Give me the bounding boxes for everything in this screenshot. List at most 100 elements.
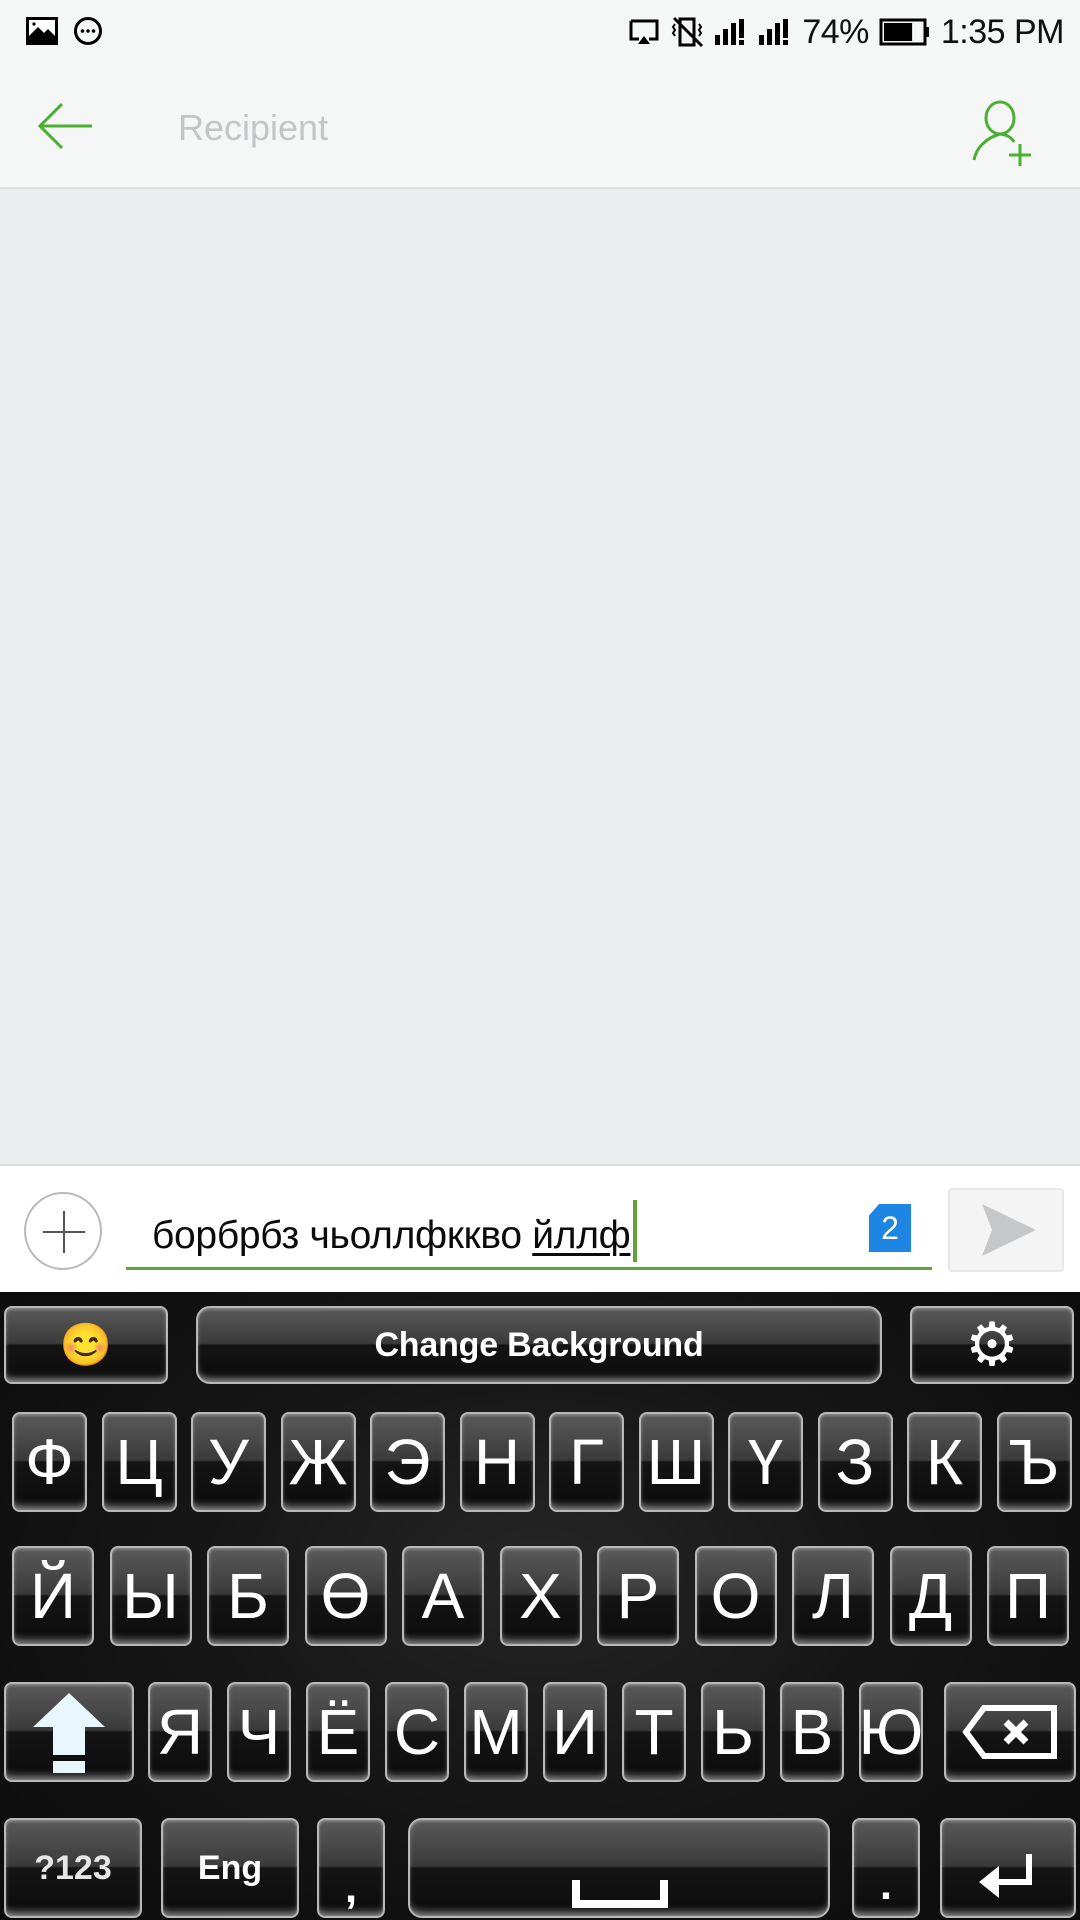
key-label: Ю: [858, 1696, 924, 1768]
key-Х[interactable]: Х: [499, 1546, 582, 1646]
key-В[interactable]: В: [780, 1682, 844, 1782]
app-bar: [0, 64, 1080, 189]
language-key[interactable]: Eng: [161, 1818, 299, 1918]
key-М[interactable]: М: [464, 1682, 528, 1782]
key-Ч[interactable]: Ч: [227, 1682, 291, 1782]
add-contact-button[interactable]: [968, 98, 1038, 168]
send-icon: [982, 1204, 1036, 1256]
key-label: Й: [30, 1560, 76, 1632]
key-Ө[interactable]: Ө: [304, 1546, 387, 1646]
battery-percent: 74%: [802, 12, 869, 51]
key-Р[interactable]: Р: [597, 1546, 679, 1646]
key-label: С: [393, 1696, 441, 1768]
comma-key-label: ,: [344, 1863, 358, 1912]
text-cursor: [633, 1200, 638, 1262]
key-Ш[interactable]: Ш: [638, 1412, 714, 1512]
key-label: К: [925, 1426, 964, 1498]
key-З[interactable]: З: [817, 1412, 893, 1512]
key-label: И: [552, 1696, 598, 1768]
key-Н[interactable]: Н: [459, 1412, 535, 1512]
key-Я[interactable]: Я: [148, 1682, 212, 1782]
key-label: Ф: [25, 1426, 74, 1498]
emoji-button[interactable]: 😊: [4, 1306, 168, 1384]
enter-key[interactable]: [940, 1818, 1076, 1918]
key-Г[interactable]: Г: [549, 1412, 624, 1512]
key-label: О: [710, 1560, 761, 1632]
comma-key[interactable]: ,: [317, 1818, 385, 1918]
key-label: Ж: [288, 1426, 348, 1498]
back-button[interactable]: [34, 94, 98, 158]
backspace-icon: [962, 1705, 1057, 1759]
space-key[interactable]: [408, 1818, 830, 1918]
key-Т[interactable]: Т: [622, 1682, 686, 1782]
key-label: Ү: [747, 1426, 784, 1498]
key-Д[interactable]: Д: [889, 1546, 972, 1646]
key-П[interactable]: П: [987, 1546, 1069, 1646]
settings-button[interactable]: ⚙: [910, 1306, 1074, 1384]
compose-bar: борбрбз чьоллфккво йллф 2: [0, 1164, 1080, 1292]
key-У[interactable]: У: [191, 1412, 266, 1512]
keyboard: 😊 Change Background ⚙ ФЦУЖЭНГШҮЗКЪ ЙЫБӨАХ…: [0, 1292, 1080, 1920]
backspace-key[interactable]: [944, 1682, 1076, 1782]
gallery-notification-icon: [26, 17, 58, 45]
message-composing-text: йллф: [532, 1214, 631, 1257]
sim-card-selector[interactable]: 2: [869, 1204, 911, 1252]
key-label: Ь: [712, 1696, 754, 1768]
key-label: Ч: [237, 1696, 281, 1768]
recipient-input[interactable]: [178, 100, 878, 156]
message-text: борбрбз чьоллфккво йллф: [152, 1200, 638, 1262]
key-label: Я: [156, 1696, 204, 1768]
more-notification-icon: [74, 17, 102, 45]
key-label: Д: [908, 1560, 953, 1632]
key-label: Б: [227, 1560, 269, 1632]
symbols-key[interactable]: ?123: [4, 1818, 142, 1918]
key-С[interactable]: С: [385, 1682, 449, 1782]
key-Ь[interactable]: Ь: [701, 1682, 765, 1782]
add-person-icon: [972, 100, 1031, 166]
key-Ц[interactable]: Ц: [101, 1412, 177, 1512]
key-label: Р: [616, 1560, 660, 1632]
smiley-emoji-icon: 😊: [59, 1320, 113, 1368]
key-label: П: [1005, 1560, 1051, 1632]
key-label: Л: [812, 1560, 854, 1632]
key-Ё[interactable]: Ё: [306, 1682, 370, 1782]
key-Б[interactable]: Б: [207, 1546, 289, 1646]
key-label: Г: [569, 1426, 604, 1498]
key-label: Э: [384, 1426, 431, 1498]
key-label: Ъ: [1008, 1426, 1060, 1498]
key-Ъ[interactable]: Ъ: [996, 1412, 1072, 1512]
key-label: З: [835, 1426, 875, 1498]
key-label: М: [469, 1696, 523, 1768]
key-И[interactable]: И: [543, 1682, 607, 1782]
key-Э[interactable]: Э: [370, 1412, 445, 1512]
key-Ф[interactable]: Ф: [12, 1412, 87, 1512]
send-button[interactable]: [948, 1188, 1064, 1272]
key-label: Х: [519, 1560, 562, 1632]
key-Ю[interactable]: Ю: [859, 1682, 923, 1782]
period-key[interactable]: .: [852, 1818, 920, 1918]
message-committed-text: борбрбз чьоллфккво: [152, 1214, 533, 1257]
key-О[interactable]: О: [694, 1546, 777, 1646]
change-background-button[interactable]: Change Background: [196, 1306, 882, 1384]
key-label: Ы: [122, 1560, 179, 1632]
key-Л[interactable]: Л: [792, 1546, 874, 1646]
key-Ж[interactable]: Ж: [280, 1412, 356, 1512]
arrow-left-icon: [37, 102, 92, 150]
key-label: Н: [473, 1426, 521, 1498]
enter-icon: [979, 1854, 1032, 1898]
key-К[interactable]: К: [907, 1412, 982, 1512]
shift-key[interactable]: [4, 1682, 134, 1782]
symbols-key-label: ?123: [34, 1849, 112, 1887]
clock: 1:35 PM: [940, 12, 1065, 51]
key-Й[interactable]: Й: [12, 1546, 94, 1646]
message-thread-area: [0, 190, 1080, 1164]
vibrate-off-icon: [672, 16, 704, 48]
key-Ү[interactable]: Ү: [728, 1412, 803, 1512]
message-input[interactable]: борбрбз чьоллфккво йллф: [126, 1180, 932, 1270]
key-Ы[interactable]: Ы: [109, 1546, 192, 1646]
key-А[interactable]: А: [402, 1546, 484, 1646]
language-key-label: Eng: [197, 1849, 263, 1887]
cast-icon: [629, 19, 659, 44]
key-label: А: [421, 1560, 465, 1632]
attach-button[interactable]: [24, 1192, 102, 1270]
